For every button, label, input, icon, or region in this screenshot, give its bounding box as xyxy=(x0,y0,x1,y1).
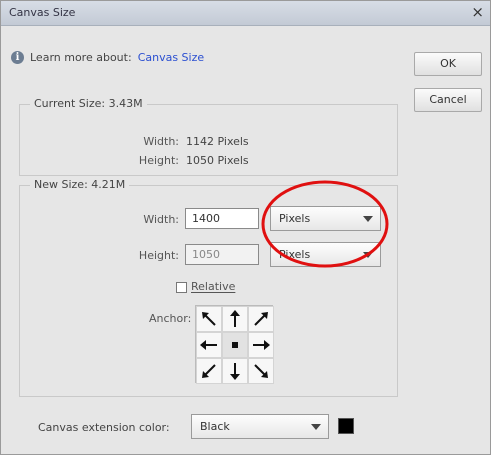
close-icon[interactable]: × xyxy=(471,3,484,21)
new-width-label: Width: xyxy=(143,213,179,226)
current-height-label: Height: xyxy=(138,154,179,167)
ok-button[interactable]: OK xyxy=(414,52,482,76)
canvas-size-help-link[interactable]: Canvas Size xyxy=(138,51,204,64)
canvas-extension-color-select[interactable]: Black xyxy=(191,414,329,439)
info-icon: i xyxy=(11,50,24,64)
width-unit-value: Pixels xyxy=(279,212,311,225)
arrow-down-right-icon xyxy=(254,364,268,378)
anchor-bottom[interactable] xyxy=(222,358,248,384)
width-unit-select[interactable]: Pixels xyxy=(270,206,381,231)
arrow-up-icon xyxy=(230,310,240,327)
anchor-bottom-right[interactable] xyxy=(248,358,274,384)
relative-label[interactable]: Relative xyxy=(191,280,235,293)
relative-checkbox[interactable] xyxy=(176,282,187,293)
color-swatch[interactable] xyxy=(338,418,354,434)
current-size-legend: Current Size: 3.43M xyxy=(30,97,147,110)
anchor-right[interactable] xyxy=(248,332,274,358)
arrow-down-left-icon xyxy=(202,364,216,378)
window-title: Canvas Size xyxy=(9,6,76,19)
anchor-bottom-left[interactable] xyxy=(196,358,222,384)
chevron-down-icon xyxy=(363,252,373,258)
height-input[interactable]: 1050 xyxy=(185,244,259,265)
anchor-top-left[interactable] xyxy=(196,306,222,332)
height-unit-select[interactable]: Pixels xyxy=(270,242,381,267)
arrow-up-left-icon xyxy=(202,312,216,326)
arrow-down-icon xyxy=(230,363,240,380)
anchor-center-dot-icon xyxy=(232,342,238,348)
new-size-legend: New Size: 4.21M xyxy=(30,178,130,191)
current-width-label: Width: xyxy=(143,135,179,148)
anchor-top-right[interactable] xyxy=(248,306,274,332)
arrow-up-right-icon xyxy=(254,312,268,326)
anchor-grid xyxy=(195,305,274,384)
chevron-down-icon xyxy=(363,216,373,222)
anchor-label: Anchor: xyxy=(149,312,192,325)
anchor-center[interactable] xyxy=(222,332,248,358)
canvas-size-dialog: Canvas Size × i Learn more about: Canvas… xyxy=(0,0,491,455)
learn-more-text: Learn more about: xyxy=(30,50,132,64)
new-height-label: Height: xyxy=(138,249,179,262)
chevron-down-icon xyxy=(311,424,321,430)
title-bar: Canvas Size × xyxy=(1,1,490,26)
cancel-button[interactable]: Cancel xyxy=(414,88,482,112)
current-height-value: 1050 Pixels xyxy=(186,154,249,167)
anchor-left[interactable] xyxy=(196,332,222,358)
learn-more-row: i Learn more about: Canvas Size xyxy=(11,48,204,66)
anchor-top[interactable] xyxy=(222,306,248,332)
arrow-left-icon xyxy=(200,340,217,350)
width-input[interactable]: 1400 xyxy=(185,208,259,229)
height-unit-value: Pixels xyxy=(279,248,311,261)
canvas-extension-color-label: Canvas extension color: xyxy=(38,421,170,434)
arrow-right-icon xyxy=(253,340,270,350)
canvas-extension-color-value: Black xyxy=(200,420,230,433)
current-width-value: 1142 Pixels xyxy=(186,135,249,148)
